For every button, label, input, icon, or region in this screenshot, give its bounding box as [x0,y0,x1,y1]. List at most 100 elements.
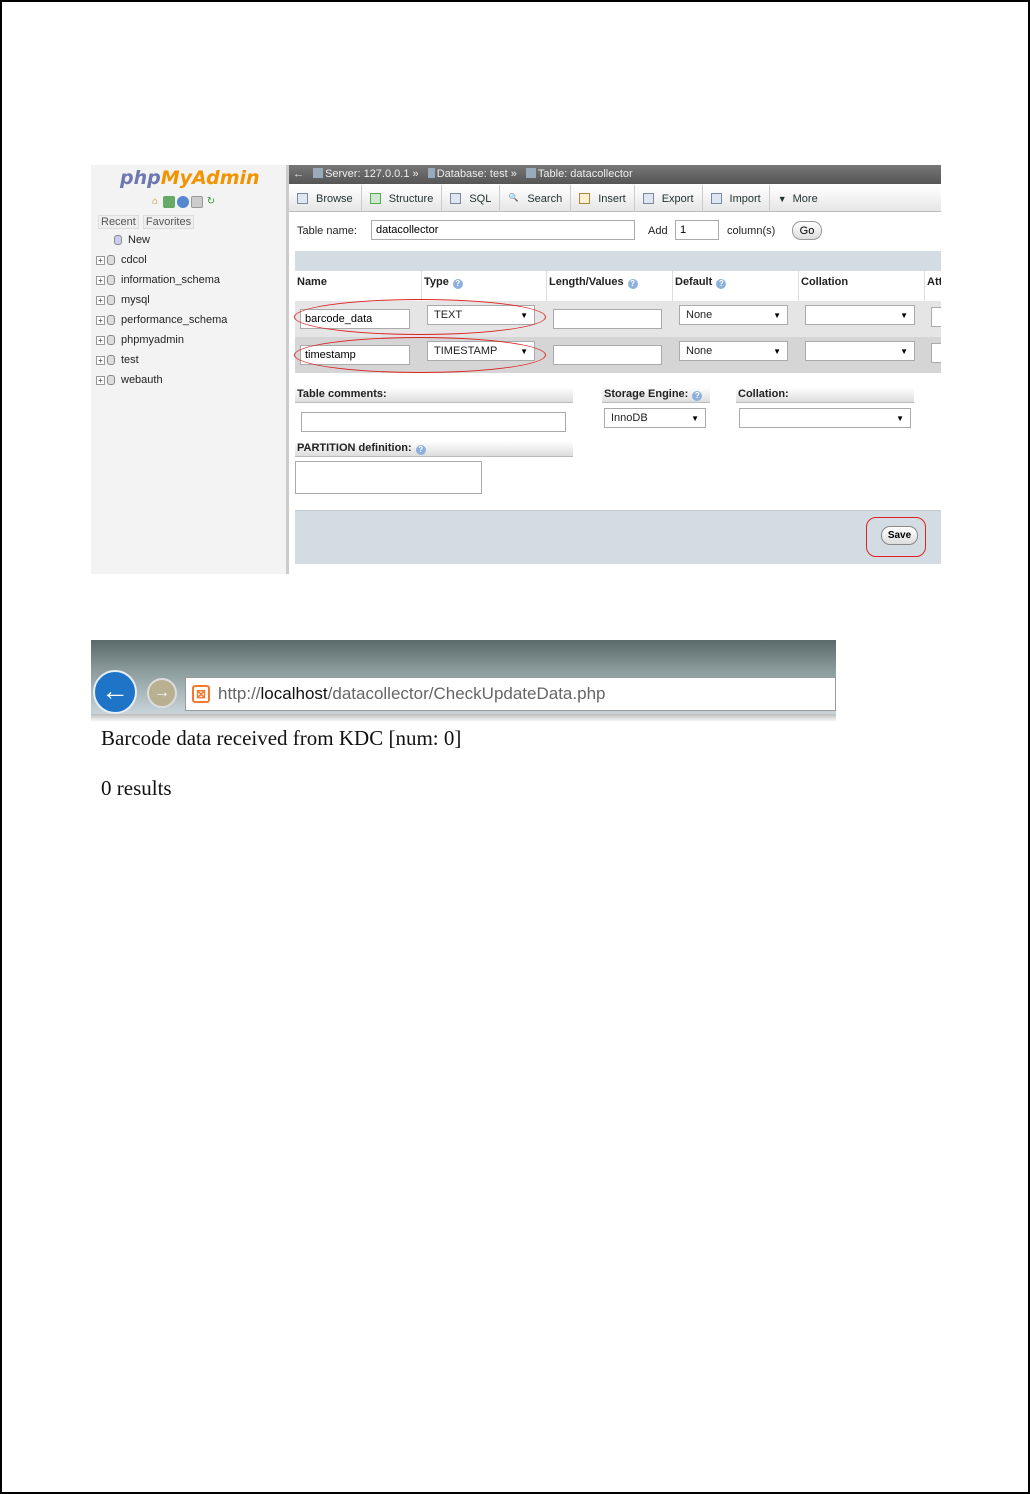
attributes-select[interactable] [931,307,941,327]
toolbar-shadow [91,714,836,722]
table-collation-select[interactable]: ▼ [739,408,911,428]
dropdown-arrow-icon: ▼ [896,413,904,423]
arrow-left-icon: ← [101,675,129,706]
logo-php-text: php [120,167,161,189]
url-text[interactable]: http://localhost/datacollector/CheckUpda… [218,684,605,704]
collation-header: Collation: [736,387,914,403]
tab-browse[interactable]: Browse [289,185,362,212]
table-name-row: Table name: Add column(s) Go [289,217,941,243]
default-select[interactable]: None ▼ [679,341,788,361]
tree-item-new[interactable]: New [96,230,227,250]
logout-icon[interactable] [163,196,175,208]
tab-more[interactable]: ▼ More [770,185,826,212]
main-panel: ← Server: 127.0.0.1 » Database: test » T… [289,165,941,574]
help-icon[interactable]: ? [692,391,703,401]
phpmyadmin-screenshot: phpMyAdmin ⌂ ↻ Recent Favorites New + cdc… [91,165,941,574]
database-icon [107,335,115,345]
breadcrumb-table[interactable]: Table: datacollector [538,168,633,180]
header-attributes: Att [927,276,941,288]
expand-icon[interactable]: + [96,275,105,285]
breadcrumb: ← Server: 127.0.0.1 » Database: test » T… [289,165,941,184]
header-name: Name [295,271,422,301]
xampp-page-icon: ⊠ [192,685,210,703]
header-collation: Collation [799,271,925,301]
length-values-input[interactable] [553,345,662,365]
logo-myadmin-text: MyAdmin [160,167,260,189]
phpmyadmin-logo[interactable]: phpMyAdmin [120,167,260,189]
expand-icon[interactable]: + [96,295,105,305]
tab-structure[interactable]: Structure [362,185,443,212]
browser-chrome: ← → ⊠ http://localhost/datacollector/Che… [91,640,836,714]
tree-item-label: cdcol [121,254,147,266]
tree-item-phpmyadmin[interactable]: + phpmyadmin [96,330,227,350]
forward-button[interactable]: → [147,678,177,708]
dropdown-arrow-icon: ▼ [691,413,699,423]
docs-icon[interactable] [191,196,203,208]
help-icon[interactable]: ? [627,279,638,289]
tab-recent[interactable]: Recent [98,215,139,229]
help-icon[interactable]: ? [452,279,463,289]
expand-icon[interactable]: + [96,335,105,345]
structure-icon [369,193,381,204]
tab-search[interactable]: 🔍 Search [500,185,572,212]
search-icon: 🔍 [508,193,519,202]
expand-icon[interactable]: + [96,375,105,385]
column-headers: Name Type? Length/Values? Default? Colla… [295,271,941,301]
back-button[interactable]: ← [93,670,137,714]
storage-engine-select[interactable]: InnoDB ▼ [604,408,706,428]
breadcrumb-server[interactable]: Server: 127.0.0.1 [325,168,409,180]
tab-insert[interactable]: Insert [571,185,635,212]
help-icon[interactable]: ? [415,445,426,455]
reload-icon[interactable]: ↻ [205,196,217,208]
home-icon[interactable]: ⌂ [149,196,161,208]
add-columns-input[interactable] [675,220,719,240]
breadcrumb-database[interactable]: Database: test [437,168,508,180]
columns-label: column(s) [727,225,776,237]
tree-item-label: webauth [121,374,163,386]
tree-item-performance-schema[interactable]: + performance_schema [96,310,227,330]
browse-icon [297,193,308,204]
tree-item-information-schema[interactable]: + information_schema [96,270,227,290]
tree-item-label: New [128,234,151,246]
expand-icon[interactable]: + [96,255,105,265]
tab-import[interactable]: Import [703,185,770,212]
tree-item-label: test [121,354,139,366]
table-name-label: Table name: [297,225,357,237]
header-band [295,251,941,271]
expand-icon[interactable]: + [96,315,105,325]
tree-item-test[interactable]: + test [96,350,227,370]
database-icon [107,275,115,285]
tree-item-mysql[interactable]: + mysql [96,290,227,310]
collation-select[interactable]: ▼ [805,305,915,325]
tree-item-cdcol[interactable]: + cdcol [96,250,227,270]
default-select[interactable]: None ▼ [679,305,788,325]
address-bar[interactable]: ⊠ http://localhost/datacollector/CheckUp… [185,677,836,711]
tree-item-webauth[interactable]: + webauth [96,370,227,390]
sql-icon [450,193,462,204]
help-icon[interactable]: ? [716,279,727,289]
partition-header: PARTITION definition:? [295,441,573,457]
tree-item-label: information_schema [121,274,221,286]
table-name-input[interactable] [371,220,635,240]
tab-export[interactable]: Export [635,185,703,212]
attributes-select[interactable] [931,343,941,363]
header-length-values: Length/Values? [547,271,673,301]
save-bar [295,510,941,564]
back-arrow-icon[interactable]: ← [293,168,304,180]
table-comments-input[interactable] [301,412,566,432]
tab-favorites[interactable]: Favorites [142,215,195,229]
header-type: Type? [422,271,547,301]
database-icon [107,295,115,305]
import-icon [710,193,722,204]
help-icon[interactable] [177,196,189,208]
go-button[interactable]: Go [792,221,822,240]
partition-definition-textarea[interactable] [295,461,482,494]
database-tree: New + cdcol + information_schema + mysql + p… [96,230,227,390]
dropdown-arrow-icon: ▼ [773,346,781,356]
tab-sql[interactable]: SQL [442,185,501,212]
length-values-input[interactable] [553,309,662,329]
nav-icon-bar: ⌂ ↻ [149,196,217,208]
collation-select[interactable]: ▼ [805,341,915,361]
expand-icon[interactable]: + [96,355,105,365]
highlight-ellipse-row1 [294,299,546,335]
